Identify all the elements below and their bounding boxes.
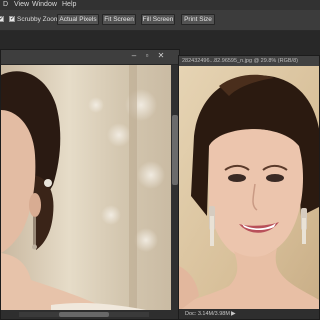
maximize-icon[interactable]: ▫ (142, 52, 152, 60)
document-window-right[interactable]: 282432496...82.96595_n.jpg @ 29.8% (RGB/… (178, 55, 320, 320)
print-size-button[interactable]: Print Size (181, 14, 215, 25)
menu-item-window[interactable]: Window (32, 0, 57, 10)
document-title-bar[interactable]: – ▫ ✕ (1, 50, 179, 65)
document-window-left[interactable]: – ▫ ✕ (0, 49, 180, 320)
horizontal-scroll-thumb[interactable] (59, 312, 109, 317)
fill-screen-button[interactable]: Fill Screen (141, 14, 175, 25)
status-bar-left (1, 310, 179, 319)
status-bar-right: Doc: 3.14M/3.98M ▶ (179, 309, 319, 319)
document-tab[interactable]: 282432496...82.96595_n.jpg @ 29.8% (RGB/… (179, 56, 319, 66)
portrait-photo-left[interactable] (1, 65, 171, 311)
menu-item-help[interactable]: Help (62, 0, 76, 10)
portrait-photo-right[interactable] (179, 66, 319, 311)
document-size-readout: Doc: 3.14M/3.98M (185, 311, 230, 317)
fit-screen-button[interactable]: Fit Screen (102, 14, 136, 25)
minimize-icon[interactable]: – (129, 52, 139, 60)
menu-item-view[interactable]: View (14, 0, 29, 10)
horizontal-scrollbar[interactable] (19, 312, 149, 317)
actual-pixels-button[interactable]: Actual Pixels (57, 14, 99, 25)
scrubby-zoom-label: Scrubby Zoom (17, 16, 60, 23)
menu-item-d[interactable]: D (3, 0, 8, 10)
close-icon[interactable]: ✕ (156, 52, 166, 60)
scrubby-zoom-checkbox[interactable]: ✓ (9, 16, 15, 22)
options-bar: ✓ ✓ Scrubby Zoom Actual Pixels Fit Scree… (0, 10, 320, 31)
menu-bar: D View Window Help (0, 0, 320, 10)
resize-windows-checkbox[interactable]: ✓ (0, 16, 4, 22)
status-menu-arrow-icon[interactable]: ▶ (231, 309, 236, 319)
